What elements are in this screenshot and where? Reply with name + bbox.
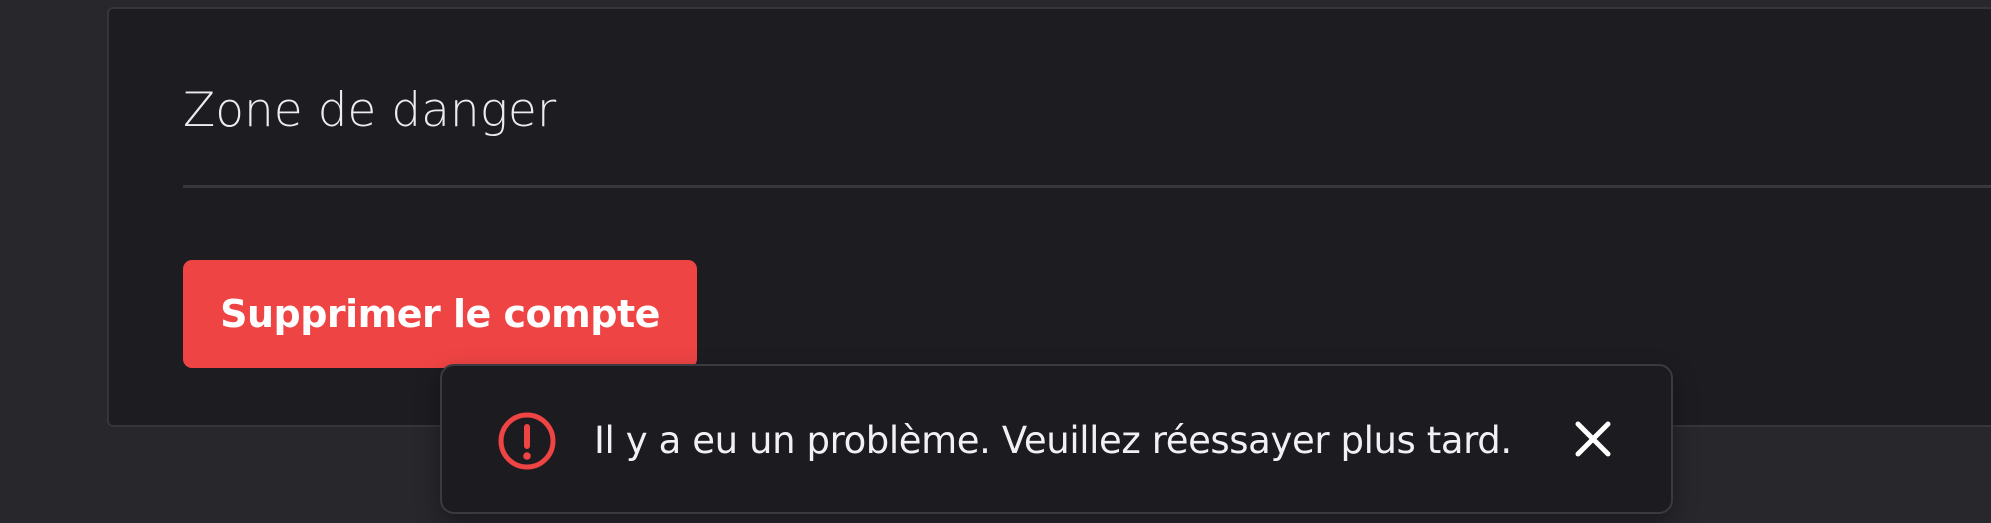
delete-account-button[interactable]: Supprimer le compte [183,260,697,368]
toast-close-button[interactable] [1569,415,1617,463]
close-icon [1575,421,1611,457]
error-toast: Il y a eu un problème. Veuillez réessaye… [440,364,1673,514]
error-circle-icon [498,412,556,470]
toast-message: Il y a eu un problème. Veuillez réessaye… [594,419,1512,462]
danger-zone-title: Zone de danger [183,83,557,138]
settings-page: Zone de danger Supprimer le compte Il y … [0,0,1991,523]
danger-zone-divider [183,185,1991,188]
